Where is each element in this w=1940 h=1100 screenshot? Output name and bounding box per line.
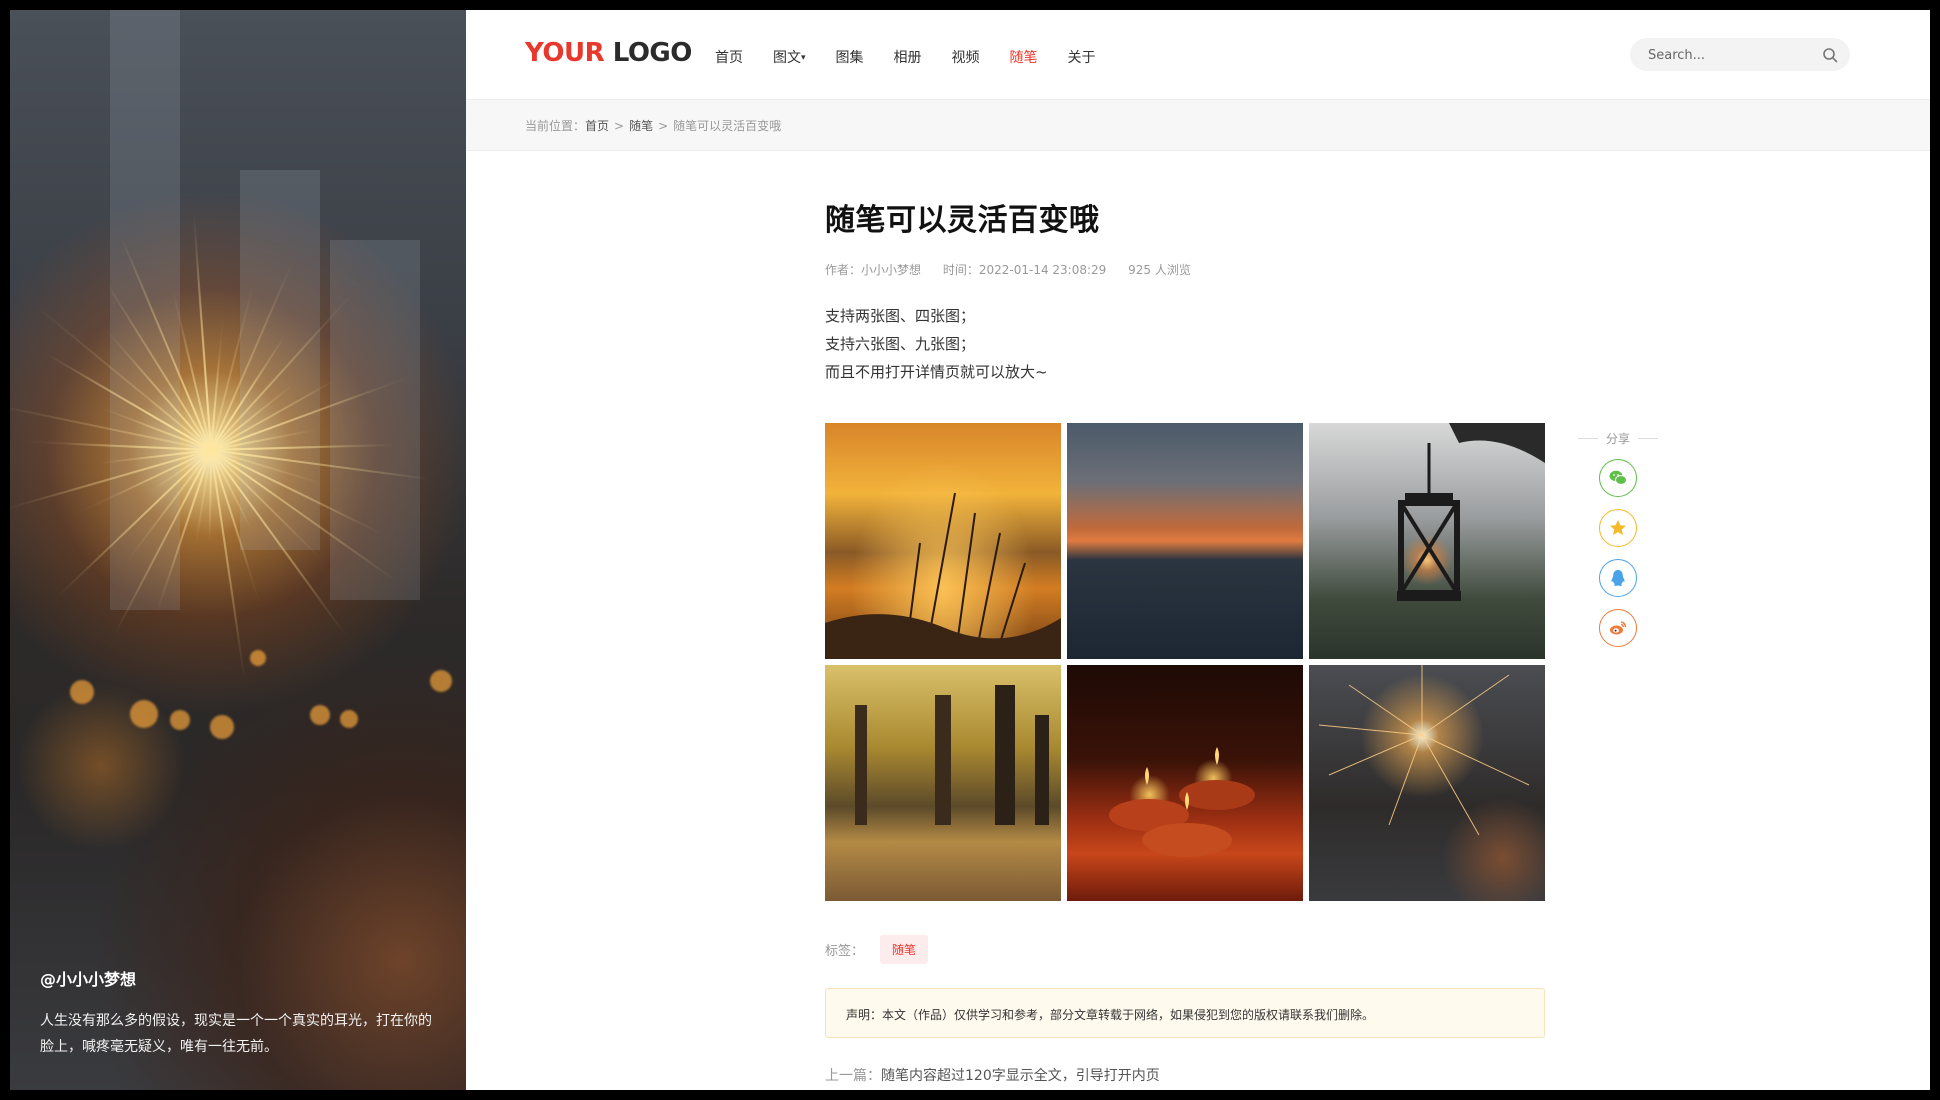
article-time: 时间：2022-01-14 23:08:29: [942, 263, 1107, 277]
logo-text-secondary: LOGO: [604, 38, 693, 68]
bokeh-light: [250, 650, 266, 666]
main-nav: 首页 图文▾ 图集 相册 视频 随笔 关于: [715, 47, 1126, 67]
previous-post-label: 上一篇：: [825, 1068, 881, 1084]
page-frame: @小小小梦想 人生没有那么多的假设，现实是一个一个真实的耳光，打在你的脸上，喊疼…: [10, 10, 1930, 1090]
article-header: 随笔可以灵活百变哦 作者：小小小梦想 时间：2022-01-14 23:08:2…: [825, 195, 1545, 386]
building-shape: [240, 170, 320, 550]
breadcrumb-separator: >: [658, 119, 669, 133]
breadcrumb-current: 随笔可以灵活百变哦: [673, 119, 782, 133]
bokeh-light: [340, 710, 358, 728]
previous-post: 上一篇：随笔内容超过120字显示全文，引导打开内页: [825, 1065, 1160, 1085]
qq-icon: [1611, 570, 1625, 586]
building-shape: [330, 240, 420, 600]
search-input[interactable]: [1646, 45, 1810, 65]
photo-thumbnail[interactable]: [1067, 423, 1303, 659]
nav-item-home[interactable]: 首页: [715, 47, 743, 67]
article-views: 925 人浏览: [1128, 263, 1191, 277]
photo-thumbnail[interactable]: [1067, 665, 1303, 901]
grass-silhouette: [825, 492, 1061, 659]
logo-text-primary: YOUR: [525, 38, 605, 68]
bokeh-light: [310, 705, 330, 725]
search-box: [1630, 38, 1850, 71]
share-label: 分享: [1578, 430, 1658, 447]
share-qq-button[interactable]: [1599, 559, 1637, 597]
article-line: 而且不用打开详情页就可以放大~: [825, 363, 1048, 381]
bokeh-light: [170, 710, 190, 730]
breadcrumb-separator: >: [614, 119, 625, 133]
share-panel: 分享: [1578, 430, 1658, 647]
article-meta: 作者：小小小梦想 时间：2022-01-14 23:08:29 925 人浏览: [825, 261, 1545, 278]
wechat-icon: [1609, 470, 1627, 485]
share-weibo-button[interactable]: [1599, 609, 1637, 647]
photo-thumbnail[interactable]: [1309, 423, 1545, 659]
top-navbar: YOUR LOGO 首页 图文▾ 图集 相册 视频 随笔 关于: [466, 10, 1930, 100]
breadcrumb: 当前位置：首页 > 随笔 > 随笔可以灵活百变哦: [525, 117, 781, 134]
hero-caption: @小小小梦想 人生没有那么多的假设，现实是一个一个真实的耳光，打在你的脸上，喊疼…: [40, 966, 440, 1060]
hero-image: @小小小梦想 人生没有那么多的假设，现实是一个一个真实的耳光，打在你的脸上，喊疼…: [10, 10, 466, 1090]
nav-item-essay[interactable]: 随笔: [1010, 47, 1038, 67]
breadcrumb-essay[interactable]: 随笔: [629, 119, 653, 133]
article-body: 支持两张图、四张图； 支持六张图、九张图； 而且不用打开详情页就可以放大~: [825, 302, 1545, 386]
previous-post-link[interactable]: 随笔内容超过120字显示全文，引导打开内页: [881, 1068, 1160, 1084]
breadcrumb-prefix: 当前位置：: [525, 119, 586, 133]
photo-grid: [825, 423, 1545, 901]
share-qzone-button[interactable]: [1599, 509, 1637, 547]
nav-item-video[interactable]: 视频: [952, 47, 980, 67]
main-content: YOUR LOGO 首页 图文▾ 图集 相册 视频 随笔 关于 当前: [466, 10, 1930, 1090]
site-logo[interactable]: YOUR LOGO: [525, 38, 692, 68]
building-shape: [110, 10, 180, 610]
nav-item-label: 图文: [773, 50, 801, 66]
hero-quote: 人生没有那么多的假设，现实是一个一个真实的耳光，打在你的脸上，喊疼毫无疑义，唯有…: [40, 1013, 432, 1055]
photo-thumbnail[interactable]: [825, 665, 1061, 901]
tag-row: 标签： 随笔: [825, 935, 929, 964]
bokeh-light: [210, 715, 234, 739]
photo-thumbnail[interactable]: [1309, 665, 1545, 901]
copyright-notice: 声明：本文（作品）仅供学习和参考，部分文章转载于网络，如果侵犯到您的版权请联系我…: [825, 988, 1545, 1038]
nav-item-articles[interactable]: 图文▾: [773, 47, 806, 67]
photo-thumbnail[interactable]: [825, 423, 1061, 659]
article-line: 支持两张图、四张图；: [825, 307, 976, 325]
weibo-icon: [1610, 621, 1627, 635]
article-line: 支持六张图、九张图；: [825, 335, 976, 353]
breadcrumb-home[interactable]: 首页: [585, 119, 609, 133]
tags-label: 标签：: [825, 944, 865, 959]
article-title: 随笔可以灵活百变哦: [825, 203, 1100, 238]
nav-item-album[interactable]: 相册: [894, 47, 922, 67]
hero-handle: @小小小梦想: [40, 970, 137, 989]
candles-shape: [1109, 747, 1255, 857]
trees-shape: [855, 685, 1049, 825]
lantern-shape: [1397, 423, 1545, 601]
caret-down-icon: ▾: [801, 53, 806, 63]
sparkler-shape: [1318, 665, 1530, 836]
nav-item-about[interactable]: 关于: [1068, 47, 1096, 67]
breadcrumb-bar: 当前位置：首页 > 随笔 > 随笔可以灵活百变哦: [466, 100, 1930, 151]
tag-badge[interactable]: 随笔: [880, 935, 929, 964]
bokeh-light: [430, 670, 452, 692]
share-wechat-button[interactable]: [1599, 459, 1637, 497]
qzone-icon: [1610, 520, 1626, 535]
bokeh-light: [70, 680, 94, 704]
bokeh-light: [130, 700, 158, 728]
article-author: 作者：小小小梦想: [825, 263, 922, 277]
search-icon[interactable]: [1822, 47, 1838, 63]
nav-item-gallery[interactable]: 图集: [836, 47, 864, 67]
